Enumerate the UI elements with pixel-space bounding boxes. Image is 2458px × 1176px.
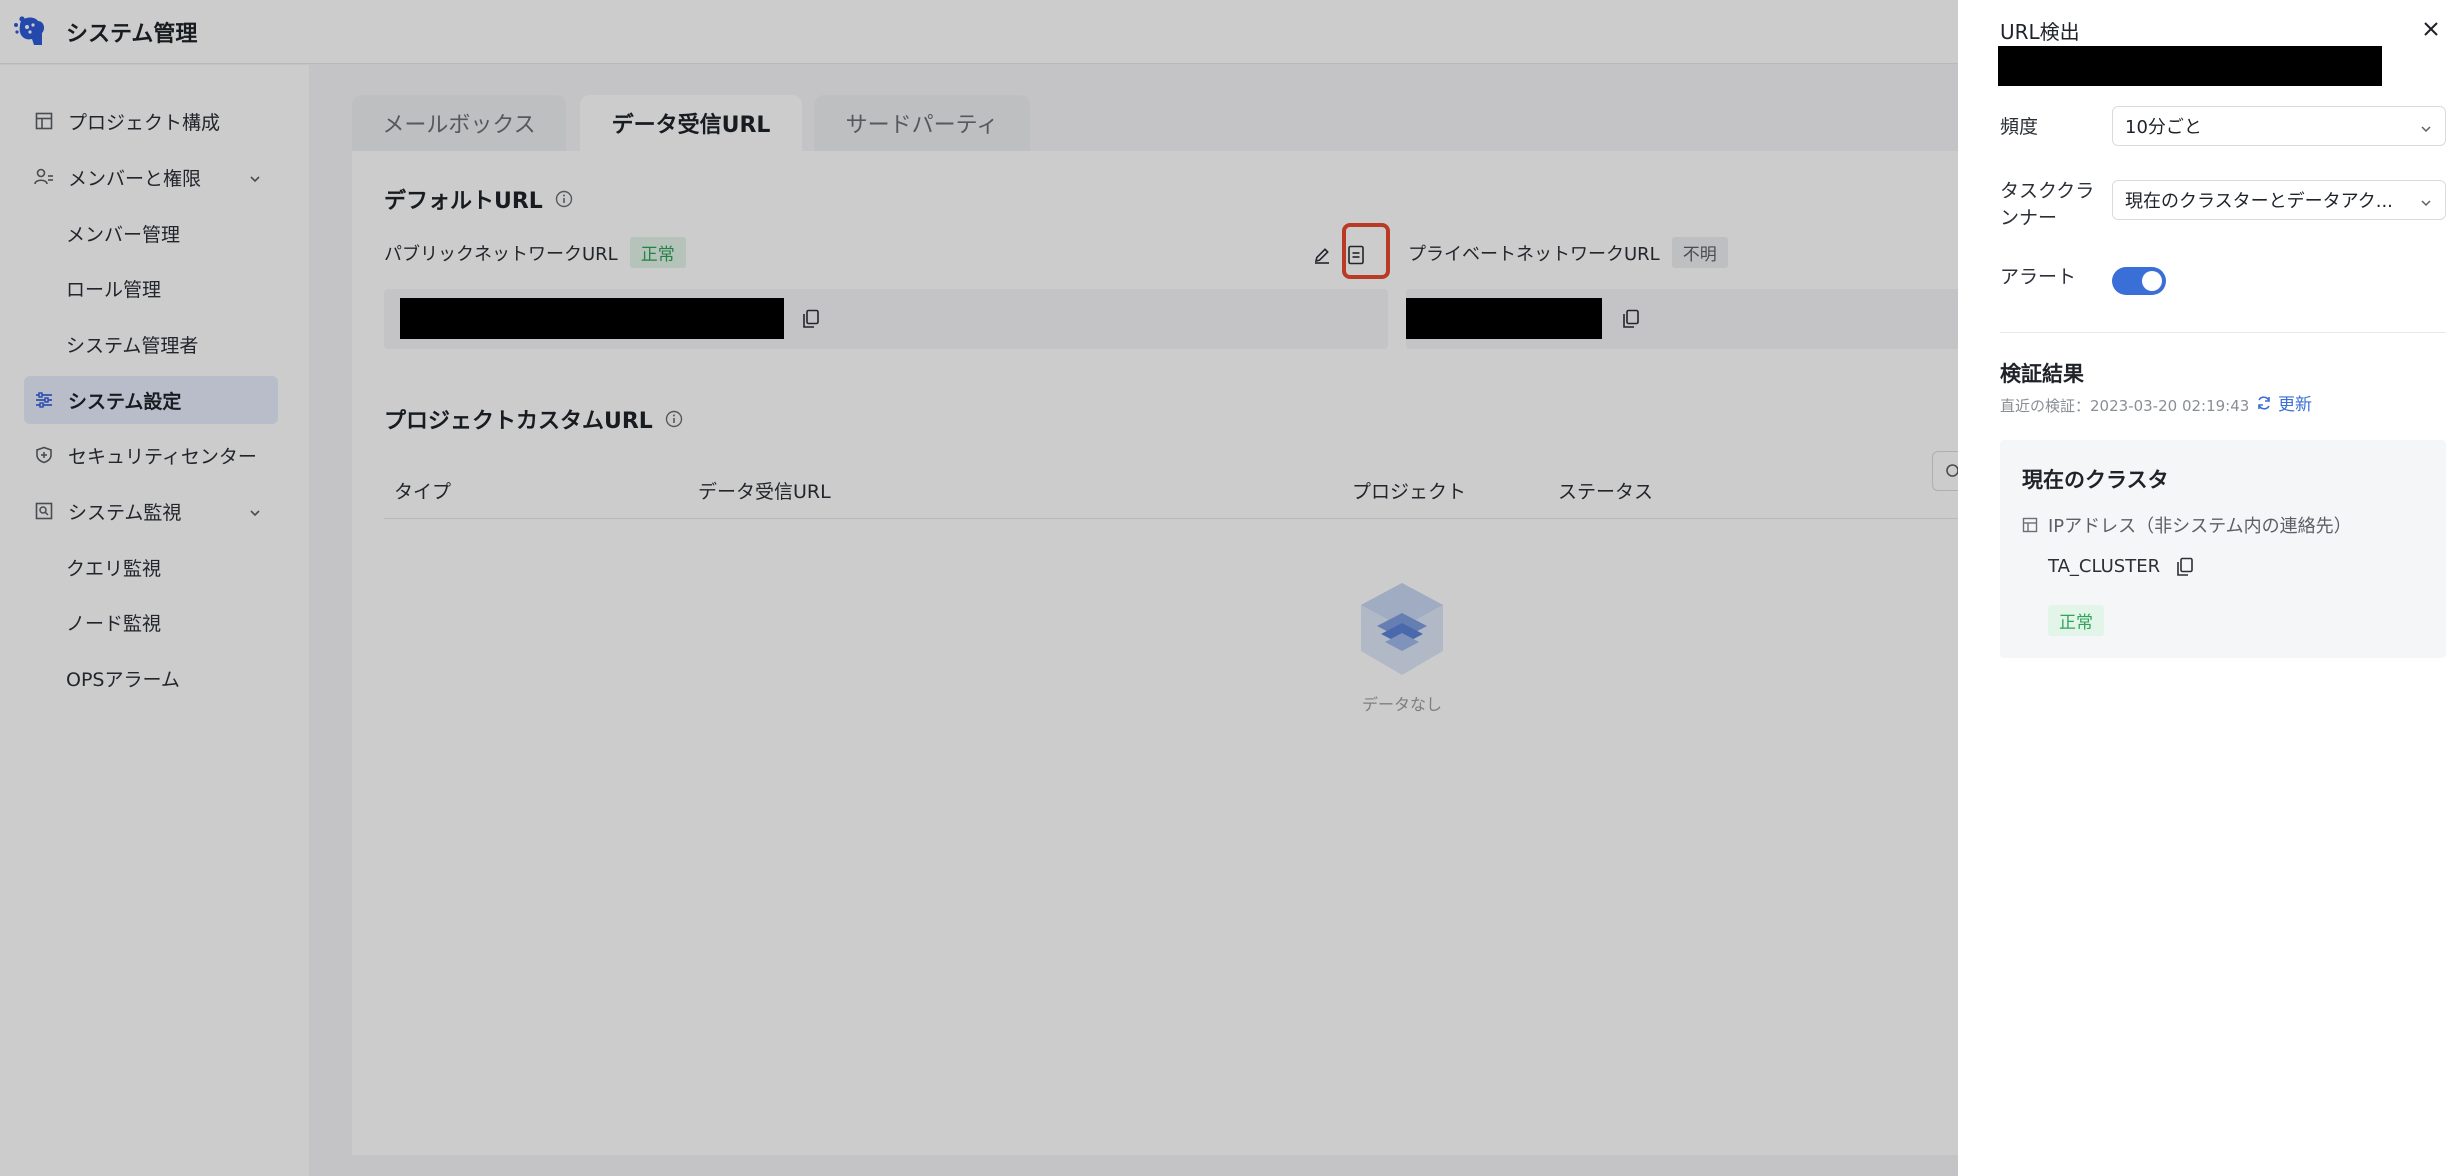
alert-toggle[interactable] (2112, 267, 2166, 295)
close-icon[interactable] (2418, 16, 2444, 42)
task-runner-label: タスククラ ンナー (2000, 178, 2094, 232)
table-icon (2022, 517, 2038, 533)
alert-label: アラート (2000, 266, 2077, 288)
refresh-label: 更新 (2278, 395, 2312, 415)
cluster-card: 現在のクラスタ IPアドレス（非システム内の連絡先） TA_CLUSTER 正常 (2000, 440, 2446, 658)
divider (2000, 332, 2446, 333)
refresh-button[interactable]: 更新 (2256, 390, 2312, 415)
refresh-icon (2256, 395, 2272, 411)
frequency-select[interactable]: 10分ごと (2112, 106, 2446, 146)
task-runner-label-line2: ンナー (2000, 207, 2058, 229)
modal-overlay[interactable] (0, 0, 1958, 1176)
frequency-value: 10分ごと (2125, 117, 2202, 138)
cluster-name: TA_CLUSTER (2048, 556, 2161, 577)
chevron-down-icon (2419, 194, 2433, 215)
cluster-status: 正常 (2048, 605, 2104, 636)
cluster-status-badge: 正常 (2048, 605, 2104, 636)
redacted-url (1998, 46, 2382, 86)
task-runner-value: 現在のクラスターとデータアク... (2125, 191, 2393, 212)
cluster-name-row: TA_CLUSTER (2048, 556, 2194, 577)
task-runner-select[interactable]: 現在のクラスターとデータアク... (2112, 180, 2446, 220)
chevron-down-icon (2419, 120, 2433, 141)
task-runner-label-line1: タスククラ (2000, 180, 2095, 202)
copy-icon[interactable] (2176, 557, 2194, 577)
toggle-knob (2142, 271, 2162, 291)
ip-address-row: IPアドレス（非システム内の連絡先） (2022, 512, 2352, 538)
ip-address-label: IPアドレス（非システム内の連絡先） (2048, 516, 2352, 537)
drawer-title: URL検出 (2000, 20, 2080, 44)
frequency-label: 頻度 (2000, 116, 2039, 138)
result-title: 検証結果 (2000, 362, 2084, 386)
last-check-time: 直近の検証：2023-03-20 02:19:43 (2000, 397, 2250, 415)
url-detection-drawer: URL検出 頻度 10分ごと タスククラ ンナー 現在のクラスターとデータアク.… (1958, 0, 2458, 1176)
cluster-card-title: 現在のクラスタ (2022, 468, 2169, 492)
